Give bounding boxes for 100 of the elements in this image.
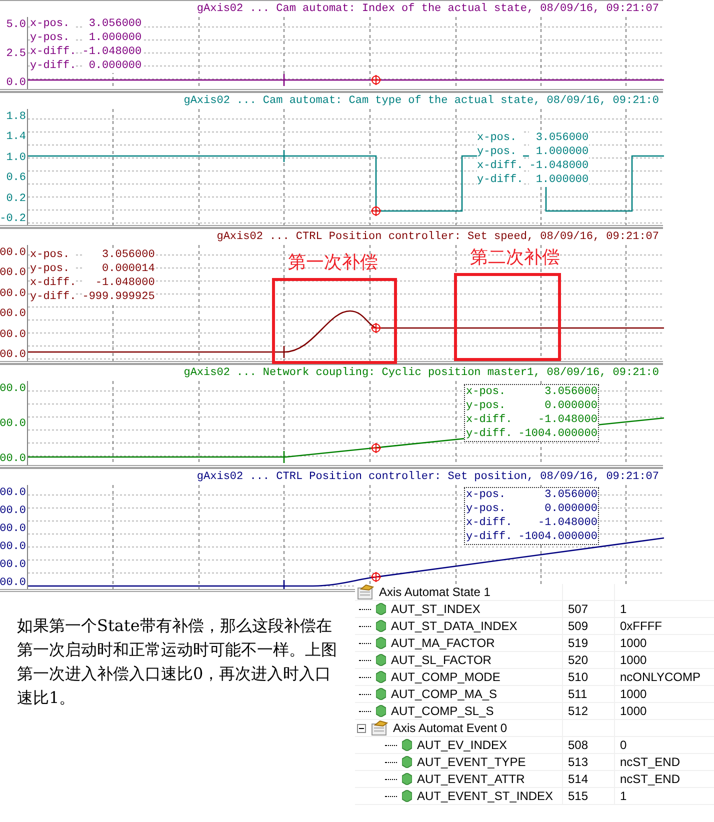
crosshair-icon xyxy=(370,74,382,86)
readout-label: y-pos. xyxy=(477,145,524,159)
parameter-value: ncONLYCOMP xyxy=(619,669,702,685)
parameter-name[interactable]: AUT_EVENT_TYPE xyxy=(417,755,526,769)
parameter-value: 0xFFFF xyxy=(619,618,663,634)
axis-tick-label: 1.0 xyxy=(6,152,26,164)
parameter-value: 1000 xyxy=(619,703,648,719)
axis-tick-label: 00.0 xyxy=(0,505,26,517)
trigger-marker xyxy=(283,74,285,86)
axis-tick-label: 00.0 xyxy=(0,247,26,259)
parameter-name[interactable]: AUT_EVENT_ATTR xyxy=(417,772,525,786)
axis-tick-label: -0.2 xyxy=(0,212,26,225)
axis-tick-label: 00.0 xyxy=(0,267,26,280)
parameter-name[interactable]: AUT_EVENT_ST_INDEX xyxy=(417,789,554,803)
axis-tick-label: 1.4 xyxy=(6,131,26,144)
parameter-id: 515 xyxy=(563,788,615,804)
parameter-name[interactable]: AUT_ST_INDEX xyxy=(391,602,480,616)
axis-tick-label: 00.0 xyxy=(0,348,26,361)
readout-value: 0.000000 xyxy=(82,59,142,73)
annotation-label: 第一次补偿 xyxy=(288,251,378,274)
axis-tick-label: 0.6 xyxy=(6,172,26,184)
readout-label: x-pos. xyxy=(30,17,76,31)
crosshair-icon xyxy=(370,442,382,454)
parameter-id: 511 xyxy=(563,686,615,702)
readout-label: x-pos. xyxy=(477,131,524,145)
chart-title: gAxis02 ... CTRL Position controller: Set position, 08/09/16, 09:21:07 xyxy=(196,471,659,483)
axis-tick-label: 0.0 xyxy=(6,77,26,89)
axis-tick-label: 1.8 xyxy=(6,111,26,123)
readout-label: y-diff. xyxy=(466,427,512,441)
parameter-id: 509 xyxy=(563,618,615,634)
gem-icon xyxy=(376,688,386,700)
axis-tick-label: 00.0 xyxy=(0,577,26,589)
readout-label: y-diff. xyxy=(466,530,512,544)
trigger-marker xyxy=(283,451,285,463)
parameter-value: 1000 xyxy=(619,686,648,702)
readout-label: y-diff. xyxy=(30,290,76,304)
parameter-id: 513 xyxy=(563,754,615,770)
readout-value: -1.048000 xyxy=(529,159,589,173)
readout-value: 1.000000 xyxy=(529,173,589,187)
axis-tick-label: 0.2 xyxy=(6,192,26,205)
chart-title: gAxis02 ... Network coupling: Cyclic position master1, 08/09/16, 09:21:0 xyxy=(184,367,659,379)
gem-icon xyxy=(402,790,412,802)
crosshair-icon xyxy=(370,206,382,216)
parameter-value: 1 xyxy=(619,601,628,617)
axis-tick-label: 00.0 xyxy=(0,559,26,571)
readout-value: 1.000000 xyxy=(82,31,142,45)
parameter-name[interactable]: AUT_COMP_MA_S xyxy=(391,687,498,701)
axis-tick-label: 2.5 xyxy=(6,48,26,60)
note-paragraph: 如果第一个State带有补偿，那么这段补偿在第一次启动时和正常运动时可能不一样。上图第一次进入补偿入口速比0，再次进入时入口速比1。 xyxy=(17,615,338,709)
parameter-name[interactable]: AUT_ST_DATA_INDEX xyxy=(391,619,518,633)
crosshair-icon xyxy=(370,572,382,582)
parameter-value: 1000 xyxy=(619,652,648,668)
parameter-name[interactable]: AUT_SL_FACTOR xyxy=(391,653,492,667)
parameter-id: 519 xyxy=(563,635,615,651)
parameter-value: 0 xyxy=(619,737,628,753)
readout-value: 1.000000 xyxy=(529,145,589,159)
axis-tick-label: 00.0 xyxy=(0,453,26,465)
parameter-name[interactable]: AUT_EV_INDEX xyxy=(417,738,508,752)
gem-icon xyxy=(376,603,386,615)
parameter-name[interactable]: AUT_COMP_MODE xyxy=(391,670,500,684)
readout-value: 0.000014 xyxy=(82,262,155,276)
parameter-id: 507 xyxy=(563,601,615,617)
axis-tick-label: 00.0 xyxy=(0,541,26,553)
readout-value: -1.048000 xyxy=(82,276,155,290)
parameter-id: 512 xyxy=(563,703,615,719)
gem-icon xyxy=(376,620,386,632)
parameter-id: 508 xyxy=(563,737,615,753)
parameter-value: 1000 xyxy=(619,635,648,651)
gem-icon xyxy=(402,773,412,785)
parameter-id: 514 xyxy=(563,771,615,787)
axis-tick-label: 00.0 xyxy=(0,418,26,430)
readout-label: y-pos. xyxy=(30,262,76,276)
axis-tick-label: 00.0 xyxy=(0,328,26,341)
annotation-label: 第二次补偿 xyxy=(470,246,560,269)
parameter-name[interactable]: AUT_MA_FACTOR xyxy=(391,636,495,650)
gem-icon xyxy=(376,637,386,649)
parameter-name[interactable]: AUT_COMP_SL_S xyxy=(391,704,494,718)
collapse-toggle[interactable] xyxy=(357,724,366,732)
gem-icon xyxy=(376,654,386,666)
axis-tick-label: 00.0 xyxy=(0,383,26,395)
axis-tick-label: 00.0 xyxy=(0,523,26,535)
axis-tick-label: 00.0 xyxy=(0,308,26,320)
trigger-marker xyxy=(283,346,285,358)
parameter-id: 520 xyxy=(563,652,615,668)
gem-icon xyxy=(376,705,386,717)
parameter-value: ncST_END xyxy=(619,754,682,770)
chart-title: gAxis02 ... Cam automat: Cam type of the actual state, 08/09/16, 09:21:0 xyxy=(184,95,659,107)
axis-tick-label: 00.0 xyxy=(0,288,26,300)
readout-label: y-diff. xyxy=(477,173,524,187)
readout-value: 3.056000 xyxy=(82,248,155,262)
parameter-value: 1 xyxy=(619,788,628,804)
readout-value: -999.999925 xyxy=(82,290,155,304)
chart-title: gAxis02 ... Cam automat: Index of the actual state, 08/09/16, 09:21:07 xyxy=(196,3,659,15)
group-label[interactable]: Axis Automat State 1 xyxy=(379,585,490,599)
parameter-value: ncST_END xyxy=(619,771,682,787)
readout-label: y-pos. xyxy=(30,31,76,45)
group-label[interactable]: Axis Automat Event 0 xyxy=(393,721,508,735)
readout-value: 3.056000 xyxy=(529,131,589,145)
trigger-marker xyxy=(283,580,285,589)
trigger-marker xyxy=(283,150,285,162)
